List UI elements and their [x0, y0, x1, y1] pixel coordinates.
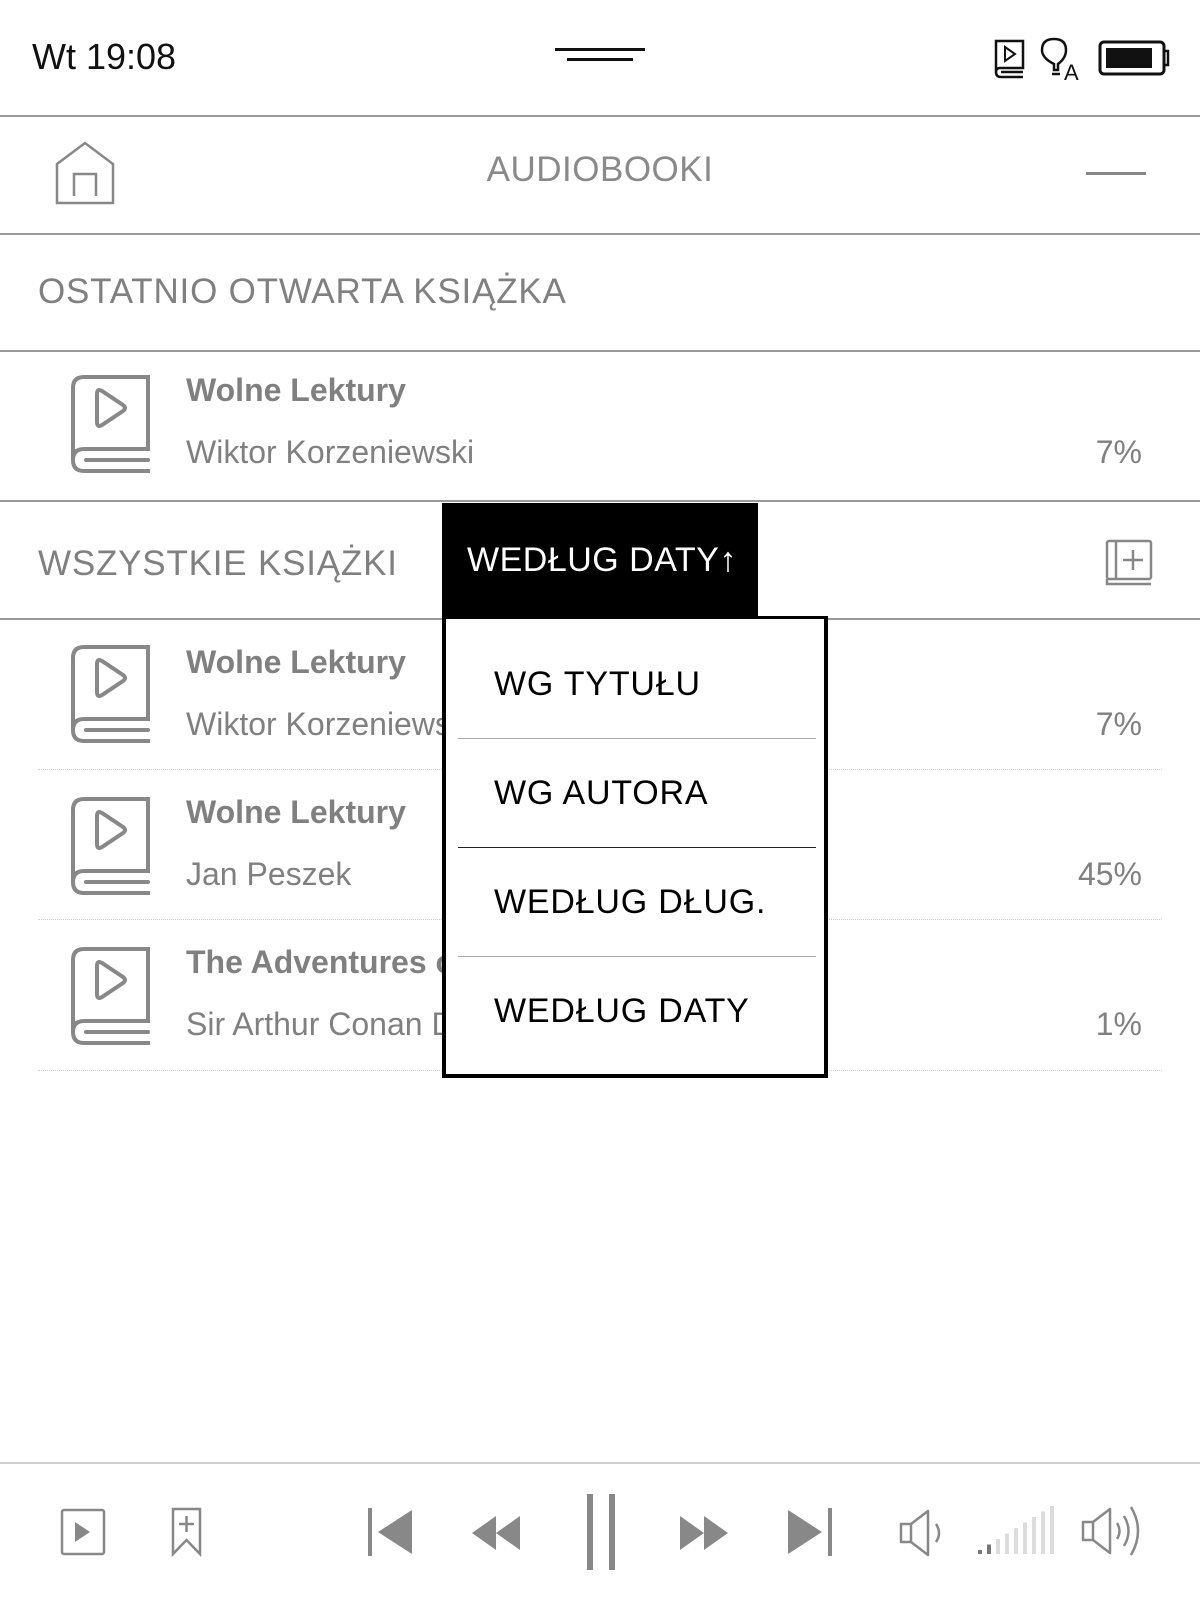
- book-author: Wiktor Korzeniewski: [186, 434, 475, 470]
- book-progress: 7%: [1095, 706, 1142, 742]
- dropdown-divider: [458, 956, 816, 957]
- fast-forward-icon[interactable]: [678, 1514, 732, 1552]
- sort-option-title[interactable]: WG TYTUŁU: [494, 665, 701, 704]
- volume-level-slider[interactable]: [976, 1506, 1060, 1556]
- book-author: Wiktor Korzeniewski: [186, 706, 475, 742]
- add-bookmark-icon[interactable]: [170, 1506, 204, 1558]
- volume-bar: [1005, 1533, 1009, 1554]
- book-title: Wolne Lektury: [186, 794, 406, 830]
- audiobook-icon: [71, 947, 150, 1045]
- recent-book-item[interactable]: Wolne Lektury Wiktor Korzeniewski 7%: [0, 352, 1200, 500]
- book-progress: 45%: [1077, 856, 1142, 892]
- volume-bar: [1023, 1522, 1027, 1554]
- dropdown-divider: [458, 738, 816, 739]
- book-progress: 7%: [1095, 434, 1142, 470]
- page-title: AUDIOBOOKI: [486, 150, 714, 189]
- now-playing-icon[interactable]: [60, 1508, 108, 1556]
- audiobook-icon: [71, 375, 150, 473]
- book-title: Wolne Lektury: [186, 372, 406, 408]
- volume-bar: [1014, 1528, 1018, 1554]
- volume-bar: [1050, 1506, 1054, 1554]
- recent-bottom-divider: [0, 500, 1200, 502]
- book-title: Wolne Lektury: [186, 644, 406, 680]
- book-progress: 1%: [1095, 1006, 1142, 1042]
- volume-bar: [1032, 1517, 1036, 1554]
- audiobook-icon: [71, 645, 150, 743]
- dropdown-divider: [458, 847, 816, 848]
- audiobook-status-icon: [994, 39, 1025, 79]
- player-divider: [0, 1462, 1200, 1464]
- recent-section-title: OSTATNIO OTWARTA KSIĄŻKA: [38, 272, 567, 311]
- frontlight-auto-icon: A: [1040, 37, 1079, 82]
- all-books-section-title: WSZYSTKIE KSIĄŻKI: [38, 544, 398, 583]
- volume-bar: [996, 1539, 1000, 1554]
- sort-option-length[interactable]: WEDŁUG DŁUG.: [494, 883, 766, 922]
- clock: Wt 19:08: [32, 36, 177, 77]
- book-author: Jan Peszek: [186, 856, 352, 892]
- audiobook-icon: [71, 797, 150, 895]
- menu-icon[interactable]: [1086, 172, 1146, 175]
- volume-bar: [1041, 1511, 1045, 1554]
- volume-up-icon[interactable]: [1080, 1504, 1150, 1560]
- battery-icon: [1098, 40, 1170, 76]
- svg-text:A: A: [1064, 60, 1079, 82]
- previous-track-icon[interactable]: [366, 1506, 416, 1558]
- status-divider: [0, 115, 1200, 117]
- header-divider: [0, 233, 1200, 235]
- volume-bar: [978, 1550, 982, 1554]
- sort-option-author[interactable]: WG AUTORA: [494, 774, 708, 813]
- sort-button[interactable]: WEDŁUG DATY↑: [442, 503, 758, 617]
- sort-dropdown: WG TYTUŁU WG AUTORA WEDŁUG DŁUG. WEDŁUG …: [442, 616, 828, 1078]
- add-book-icon[interactable]: [1104, 538, 1154, 588]
- volume-bar: [987, 1544, 991, 1554]
- pause-icon[interactable]: [584, 1492, 620, 1572]
- sort-option-date[interactable]: WEDŁUG DATY: [494, 992, 750, 1031]
- pull-down-handle[interactable]: [555, 48, 645, 62]
- next-track-icon[interactable]: [784, 1506, 834, 1558]
- volume-down-icon[interactable]: [898, 1508, 950, 1558]
- rewind-icon[interactable]: [470, 1514, 524, 1552]
